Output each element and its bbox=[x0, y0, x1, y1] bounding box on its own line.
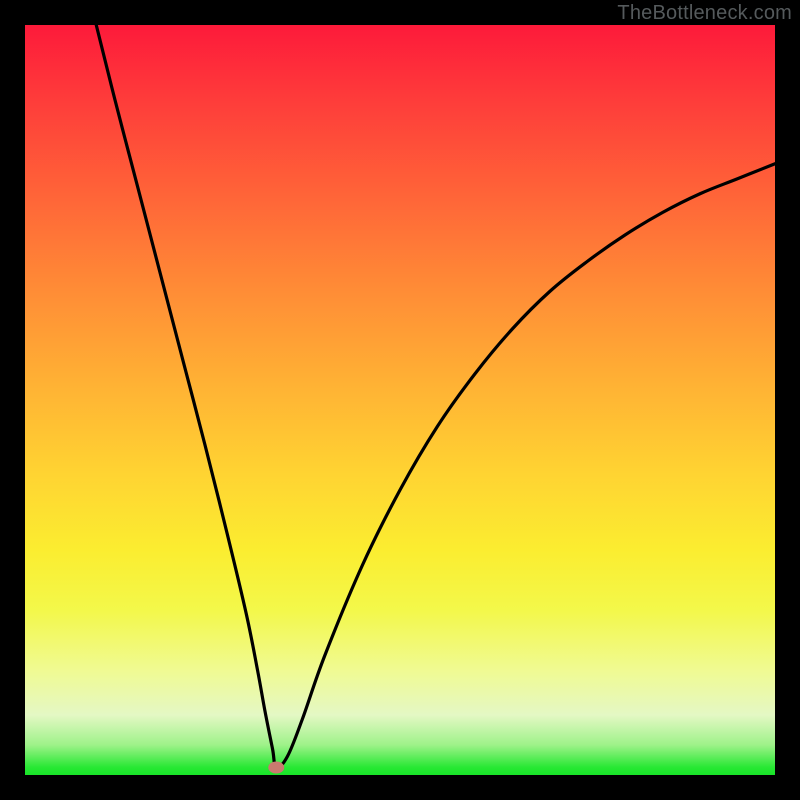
bottleneck-curve bbox=[96, 25, 775, 768]
watermark-text: TheBottleneck.com bbox=[617, 2, 792, 25]
curve-layer bbox=[25, 25, 775, 775]
plot-area bbox=[25, 25, 775, 775]
chart-frame: TheBottleneck.com bbox=[0, 0, 800, 800]
optimum-marker bbox=[268, 762, 284, 774]
